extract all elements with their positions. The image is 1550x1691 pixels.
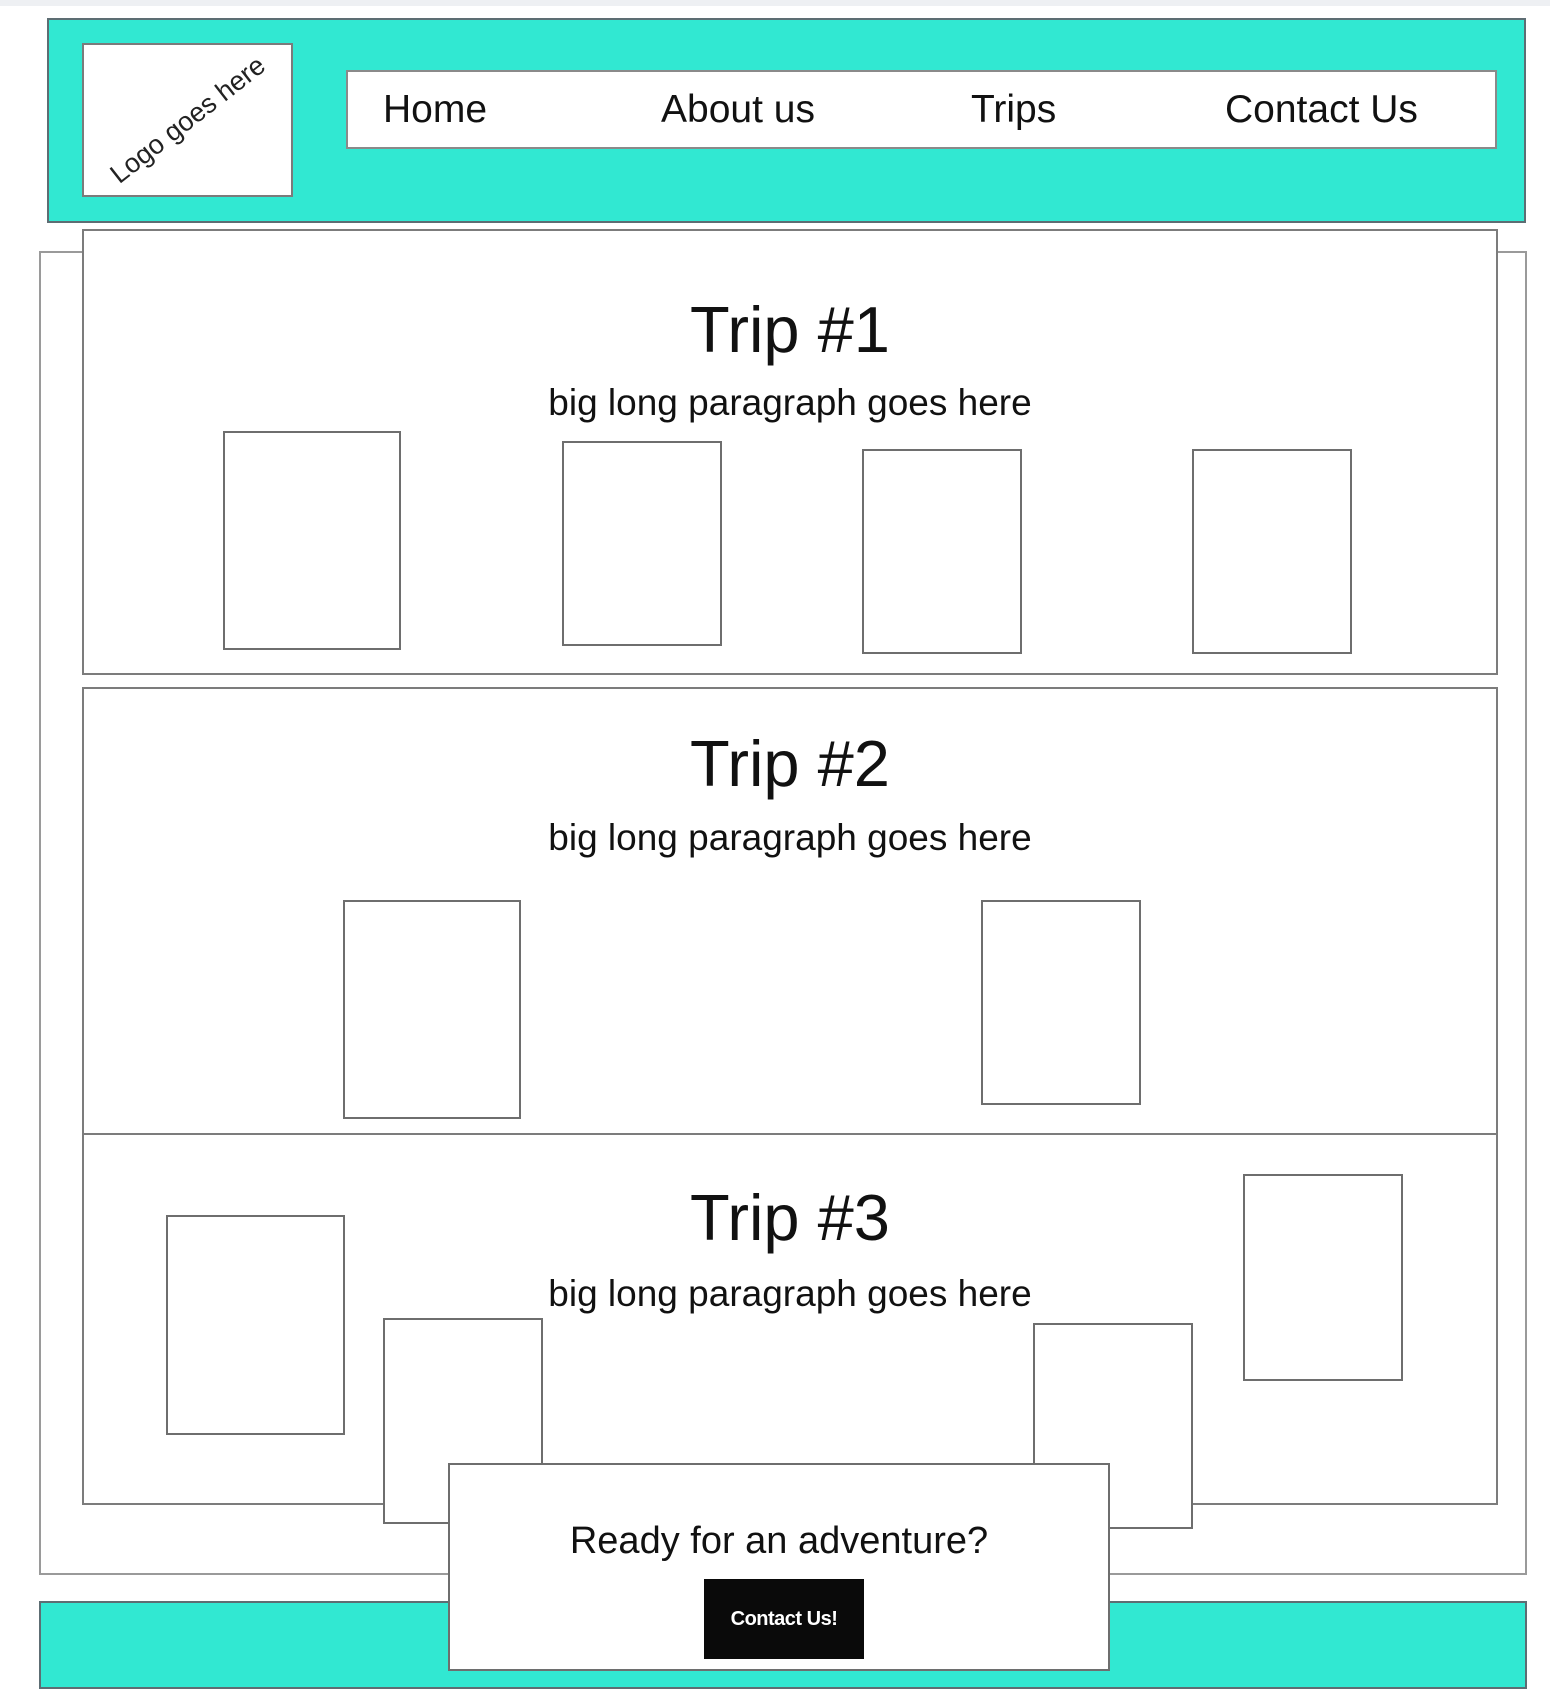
- image-placeholder: [981, 900, 1141, 1105]
- nav-home[interactable]: Home: [383, 88, 487, 132]
- image-placeholder: [1192, 449, 1352, 654]
- image-placeholder: [1243, 1174, 1403, 1381]
- cta-text: Ready for an adventure?: [569, 1520, 989, 1562]
- cta-card: Ready for an adventure? Contact Us!: [448, 1463, 1110, 1671]
- trip-section-3: Trip #3 big long paragraph goes here: [82, 1133, 1498, 1505]
- logo-label: Logo goes here: [104, 50, 271, 190]
- image-placeholder: [862, 449, 1022, 654]
- image-placeholder: [562, 441, 722, 646]
- nav-contact-us[interactable]: Contact Us: [1225, 88, 1418, 132]
- image-placeholder: [166, 1215, 345, 1435]
- image-placeholder: [343, 900, 521, 1119]
- trip-section-2: Trip #2 big long paragraph goes here: [82, 687, 1498, 1135]
- contact-us-button[interactable]: Contact Us!: [704, 1579, 864, 1659]
- trip-section-1: Trip #1 big long paragraph goes here: [82, 229, 1498, 675]
- main-navigation: Home About us Trips Contact Us: [346, 70, 1497, 149]
- image-placeholder: [223, 431, 401, 650]
- wireframe-page: Logo goes here Home About us Trips Conta…: [0, 0, 1550, 1691]
- nav-trips[interactable]: Trips: [971, 88, 1056, 132]
- browser-top-strip: [0, 0, 1550, 6]
- logo-placeholder[interactable]: Logo goes here: [82, 43, 293, 197]
- trip-title: Trip #2: [690, 727, 890, 800]
- nav-about-us[interactable]: About us: [661, 88, 815, 132]
- trip-paragraph: big long paragraph goes here: [548, 817, 1032, 858]
- trip-paragraph: big long paragraph goes here: [548, 382, 1032, 423]
- trip-title: Trip #1: [690, 293, 890, 366]
